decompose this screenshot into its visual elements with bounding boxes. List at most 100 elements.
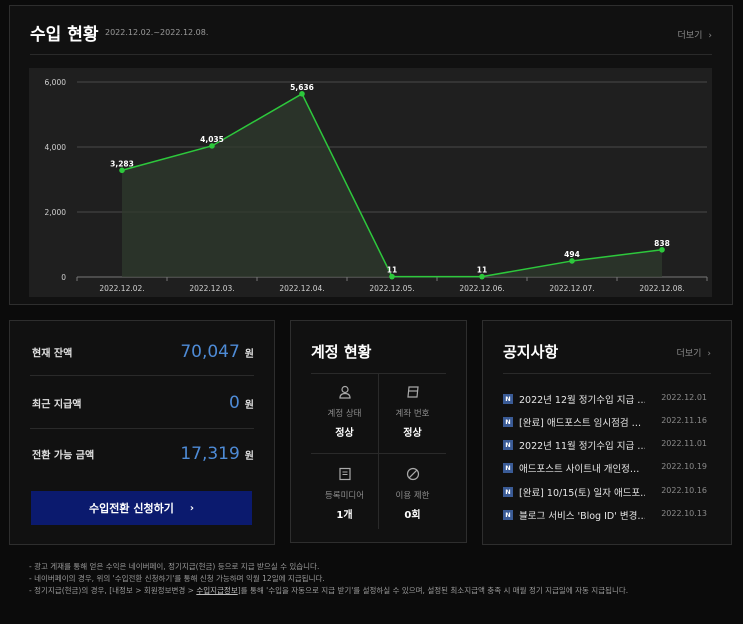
revenue-date-range: 2022.12.02.~2022.12.08. xyxy=(105,28,209,37)
new-badge-icon: N xyxy=(503,394,513,404)
y-tick-label: 0 xyxy=(61,273,66,282)
x-tick-label: 2022.12.06. xyxy=(459,284,504,293)
y-tick-label: 6,000 xyxy=(45,78,67,87)
x-tick-label: 2022.12.08. xyxy=(639,284,684,293)
recent-payment-value: 0 xyxy=(228,393,240,413)
data-point xyxy=(479,273,485,280)
x-tick-label: 2022.12.05. xyxy=(369,284,414,293)
notice-item-date: 2022.10.16 xyxy=(661,486,707,495)
data-point xyxy=(209,143,215,149)
currency-unit: 원 xyxy=(244,451,254,462)
payment-info-link[interactable]: 수입지급정보 xyxy=(196,586,237,595)
y-tick-label: 4,000 xyxy=(45,143,67,152)
data-point xyxy=(389,273,395,280)
revenue-chart-svg: 0 2,000 4,000 6,000 3,283 2022.12.02. 4,035 202… xyxy=(45,78,708,293)
registered-media-cell: 등록미디어 1개 xyxy=(311,467,378,521)
notice-title: 공지사항 xyxy=(503,343,559,361)
chevron-right-icon: › xyxy=(707,349,711,359)
new-badge-icon: N xyxy=(503,510,513,520)
usage-restriction-label: 이용 제한 xyxy=(395,491,430,501)
account-state-label: 계정 상태 xyxy=(327,409,362,419)
notice-item-date: 2022.10.19 xyxy=(661,462,707,471)
notice-item[interactable]: N [완료] 애드포스트 임시점검 … 2022.11.16 xyxy=(503,415,707,429)
notice-item[interactable]: N 2022년 12월 정기수입 지급 … 2022.12.01 xyxy=(503,392,707,406)
notice-panel: 공지사항 더보기 › N 2022년 12월 정기수입 지급 … 2022.12.… xyxy=(482,320,732,545)
footnote-line: - 네이버페이의 경우, 위의 '수입전환 신청하기'를 통해 신청 가능하며 … xyxy=(29,574,325,583)
new-badge-icon: N xyxy=(503,440,513,450)
bank-account-label: 계좌 번호 xyxy=(395,409,430,419)
footnote-text: ]를 통해 '수입을 자동으로 지급 받기'를 설정하실 수 있으며, 설정된 … xyxy=(237,586,629,595)
revenue-panel: 수입 현황 2022.12.02.~2022.12.08. 더보기 › 0 2,00… xyxy=(9,5,733,305)
x-tick-label: 2022.12.03. xyxy=(189,284,234,293)
currency-unit: 원 xyxy=(244,400,254,411)
data-label: 5,636 xyxy=(290,83,314,92)
registered-media-label: 등록미디어 xyxy=(324,491,365,501)
revenue-title: 수입 현황 xyxy=(30,25,99,45)
bank-account-cell: 계좌 번호 정상 xyxy=(379,385,446,439)
apply-conversion-label: 수입전환 신청하기 xyxy=(89,502,174,515)
x-tick-label: 2022.12.07. xyxy=(549,284,594,293)
recent-payment-row: 최근 지급액 0원 xyxy=(30,377,254,429)
account-state-value: 정상 xyxy=(335,428,354,439)
footnote-line: - 정기지급(현금)의 경우, [내정보 > 회원정보변경 > 수입지급정보]를… xyxy=(29,585,628,597)
account-status-title: 계정 현황 xyxy=(311,343,372,361)
notice-item-date: 2022.12.01 xyxy=(661,393,707,402)
footnote-text: - 정기지급(현금)의 경우, [내정보 > 회원정보변경 > xyxy=(29,586,197,595)
notice-more-label: 더보기 xyxy=(676,349,702,359)
data-label: 838 xyxy=(654,239,670,248)
data-label: 494 xyxy=(564,250,580,259)
x-tick-label: 2022.12.04. xyxy=(279,284,324,293)
data-point xyxy=(119,167,125,174)
data-label: 4,035 xyxy=(200,135,224,144)
usage-restriction-cell: 이용 제한 0회 xyxy=(379,467,446,521)
current-balance-label: 현재 잔액 xyxy=(32,348,73,360)
document-icon xyxy=(338,467,351,481)
account-state-cell: 계정 상태 정상 xyxy=(311,385,378,439)
data-label: 11 xyxy=(477,266,487,275)
data-label: 11 xyxy=(387,266,397,275)
notice-item-date: 2022.11.01 xyxy=(661,439,707,448)
current-balance-value: 70,047 xyxy=(180,342,240,362)
notice-item-date: 2022.10.13 xyxy=(661,509,707,518)
currency-unit: 원 xyxy=(244,349,254,360)
bank-card-icon xyxy=(406,386,419,398)
notice-more-link[interactable]: 더보기 › xyxy=(677,346,711,359)
balance-divider xyxy=(30,375,254,376)
notice-item[interactable]: N 2022년 11월 정기수입 지급 … 2022.11.01 xyxy=(503,438,707,452)
prohibited-icon xyxy=(406,467,419,481)
new-badge-icon: N xyxy=(503,417,513,427)
notice-item-title: 애드포스트 사이트내 개인정… xyxy=(519,464,640,475)
revenue-divider xyxy=(30,54,712,55)
balance-panel: 현재 잔액 70,047 원 최근 지급액 0원 전환 가능 금액 17,319 원… xyxy=(9,320,275,545)
data-point xyxy=(569,258,575,264)
notice-item-title: [완료] 10/15(토) 일자 애드포… xyxy=(519,488,645,499)
new-badge-icon: N xyxy=(503,463,513,473)
chevron-right-icon: › xyxy=(189,502,194,514)
current-balance-row: 현재 잔액 70,047 원 xyxy=(30,326,254,378)
notice-item-title: [완료] 애드포스트 임시점검 … xyxy=(519,418,642,429)
x-tick-label: 2022.12.02. xyxy=(99,284,144,293)
data-point xyxy=(659,246,665,253)
registered-media-value: 1개 xyxy=(336,510,353,521)
account-status-panel: 계정 현황 계정 상태 정상 계좌 번호 정상 등록미디어 1개 이용 제한 0… xyxy=(290,320,467,543)
apply-conversion-button[interactable]: 수입전환 신청하기 › xyxy=(31,491,252,525)
convertible-amount-label: 전환 가능 금액 xyxy=(32,450,95,462)
notice-item[interactable]: N 블로그 서비스 'Blog ID' 변경… 2022.10.13 xyxy=(503,508,707,522)
data-label: 3,283 xyxy=(110,159,134,168)
notice-item-title: 블로그 서비스 'Blog ID' 변경… xyxy=(519,511,645,522)
notice-item[interactable]: N [완료] 10/15(토) 일자 애드포… 2022.10.16 xyxy=(503,485,707,499)
notice-item-title: 2022년 12월 정기수입 지급 … xyxy=(519,395,645,406)
notice-item-date: 2022.11.16 xyxy=(661,416,707,425)
data-point xyxy=(299,91,305,97)
new-badge-icon: N xyxy=(503,487,513,497)
revenue-area xyxy=(122,93,662,277)
convertible-amount-value: 17,319 xyxy=(180,444,240,464)
notice-item[interactable]: N 애드포스트 사이트내 개인정… 2022.10.19 xyxy=(503,461,707,475)
notice-item-title: 2022년 11월 정기수입 지급 … xyxy=(519,441,645,452)
revenue-chart: 0 2,000 4,000 6,000 3,283 2022.12.02. 4,035 202… xyxy=(29,68,712,297)
footnotes: - 광고 게재를 통해 얻은 수익은 네이버페이, 정기지급(현금) 등으로 지… xyxy=(29,561,628,597)
usage-restriction-value: 0회 xyxy=(404,510,421,521)
bank-account-value: 정상 xyxy=(403,428,422,439)
revenue-more-link[interactable]: 더보기 › xyxy=(678,28,712,41)
y-tick-label: 2,000 xyxy=(45,208,67,217)
